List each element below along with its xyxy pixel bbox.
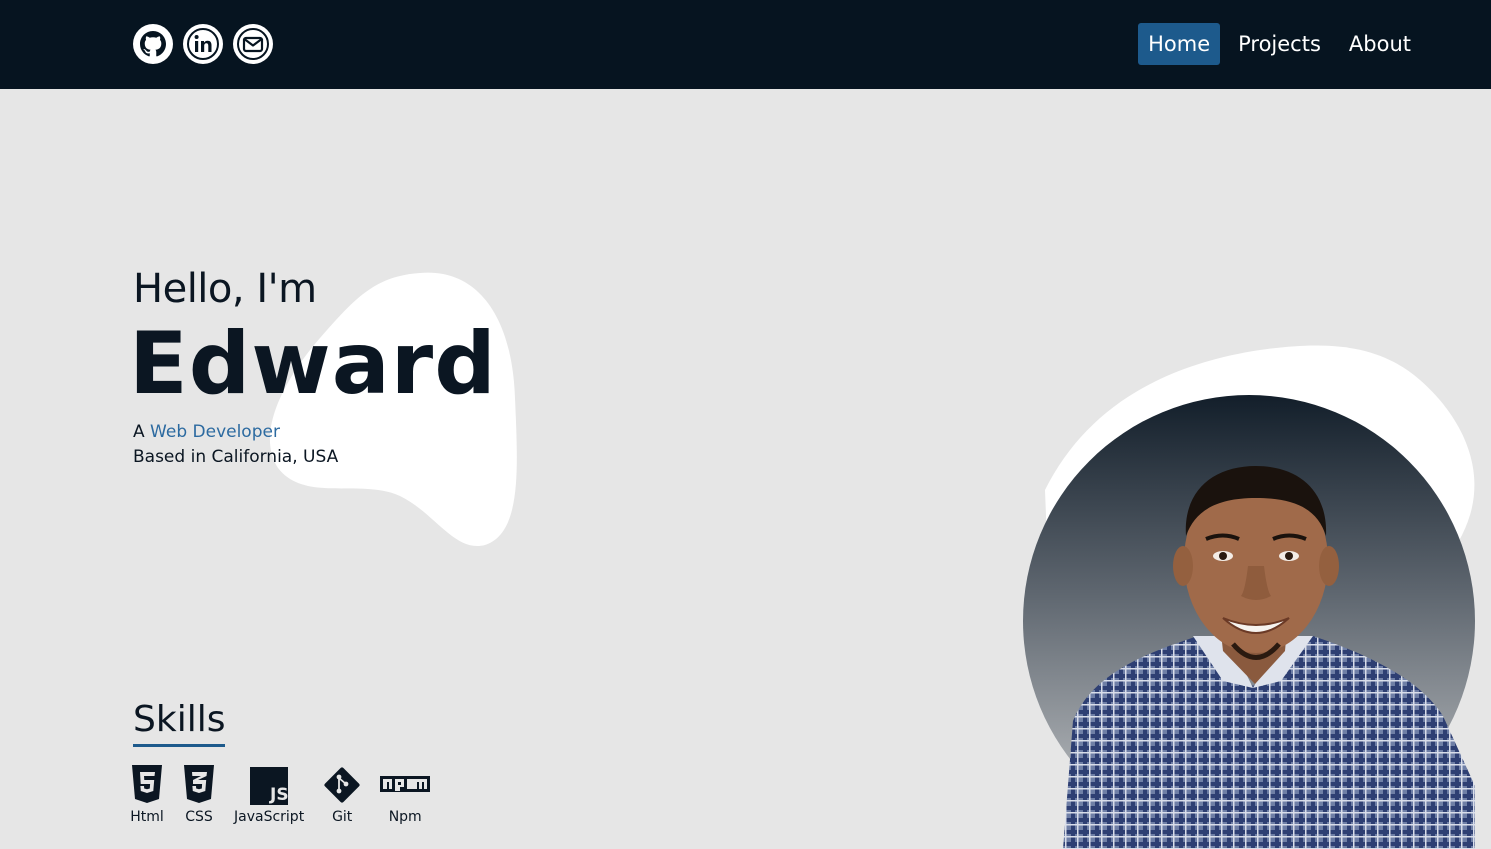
github-link[interactable] [133, 24, 173, 64]
html5-icon [132, 765, 162, 803]
skill-label: Npm [388, 809, 422, 825]
hero-role: A Web Developer [133, 422, 280, 442]
git-icon [324, 767, 360, 803]
skill-label: CSS [185, 809, 213, 825]
mail-icon [237, 28, 269, 60]
hero-location: Based in California, USA [133, 447, 339, 467]
skill-item-npm: Npm [380, 764, 431, 825]
role-highlight: Web Developer [150, 422, 280, 442]
skill-label: JavaScript [234, 809, 305, 825]
skill-label: Html [130, 809, 164, 825]
linkedin-icon [187, 28, 219, 60]
skill-item-git: Git [322, 764, 362, 825]
social-links [133, 24, 273, 64]
linkedin-link[interactable] [183, 24, 223, 64]
main-nav: Home Projects About [1138, 23, 1421, 65]
skill-item-html: Html [130, 764, 164, 825]
hero-name: Edward [129, 314, 497, 414]
skill-item-javascript: JS JavaScript [234, 764, 304, 825]
skill-label: Git [332, 809, 353, 825]
nav-about[interactable]: About [1339, 23, 1421, 65]
github-icon [140, 31, 166, 57]
css3-icon [184, 765, 214, 803]
javascript-icon: JS [250, 767, 289, 805]
nav-projects[interactable]: Projects [1228, 23, 1331, 65]
svg-text:JS: JS [269, 785, 289, 805]
role-prefix: A [133, 422, 145, 442]
skills-list: Html CSS JS JavaScript Git Npm [130, 764, 448, 825]
email-link[interactable] [233, 24, 273, 64]
npm-icon [380, 776, 431, 792]
nav-home[interactable]: Home [1138, 23, 1221, 65]
hero-greeting: Hello, I'm [133, 266, 317, 312]
top-navbar: Home Projects About [0, 0, 1491, 89]
skill-item-css: CSS [182, 764, 216, 825]
skills-heading: Skills [133, 698, 226, 747]
profile-portrait [1023, 386, 1475, 849]
